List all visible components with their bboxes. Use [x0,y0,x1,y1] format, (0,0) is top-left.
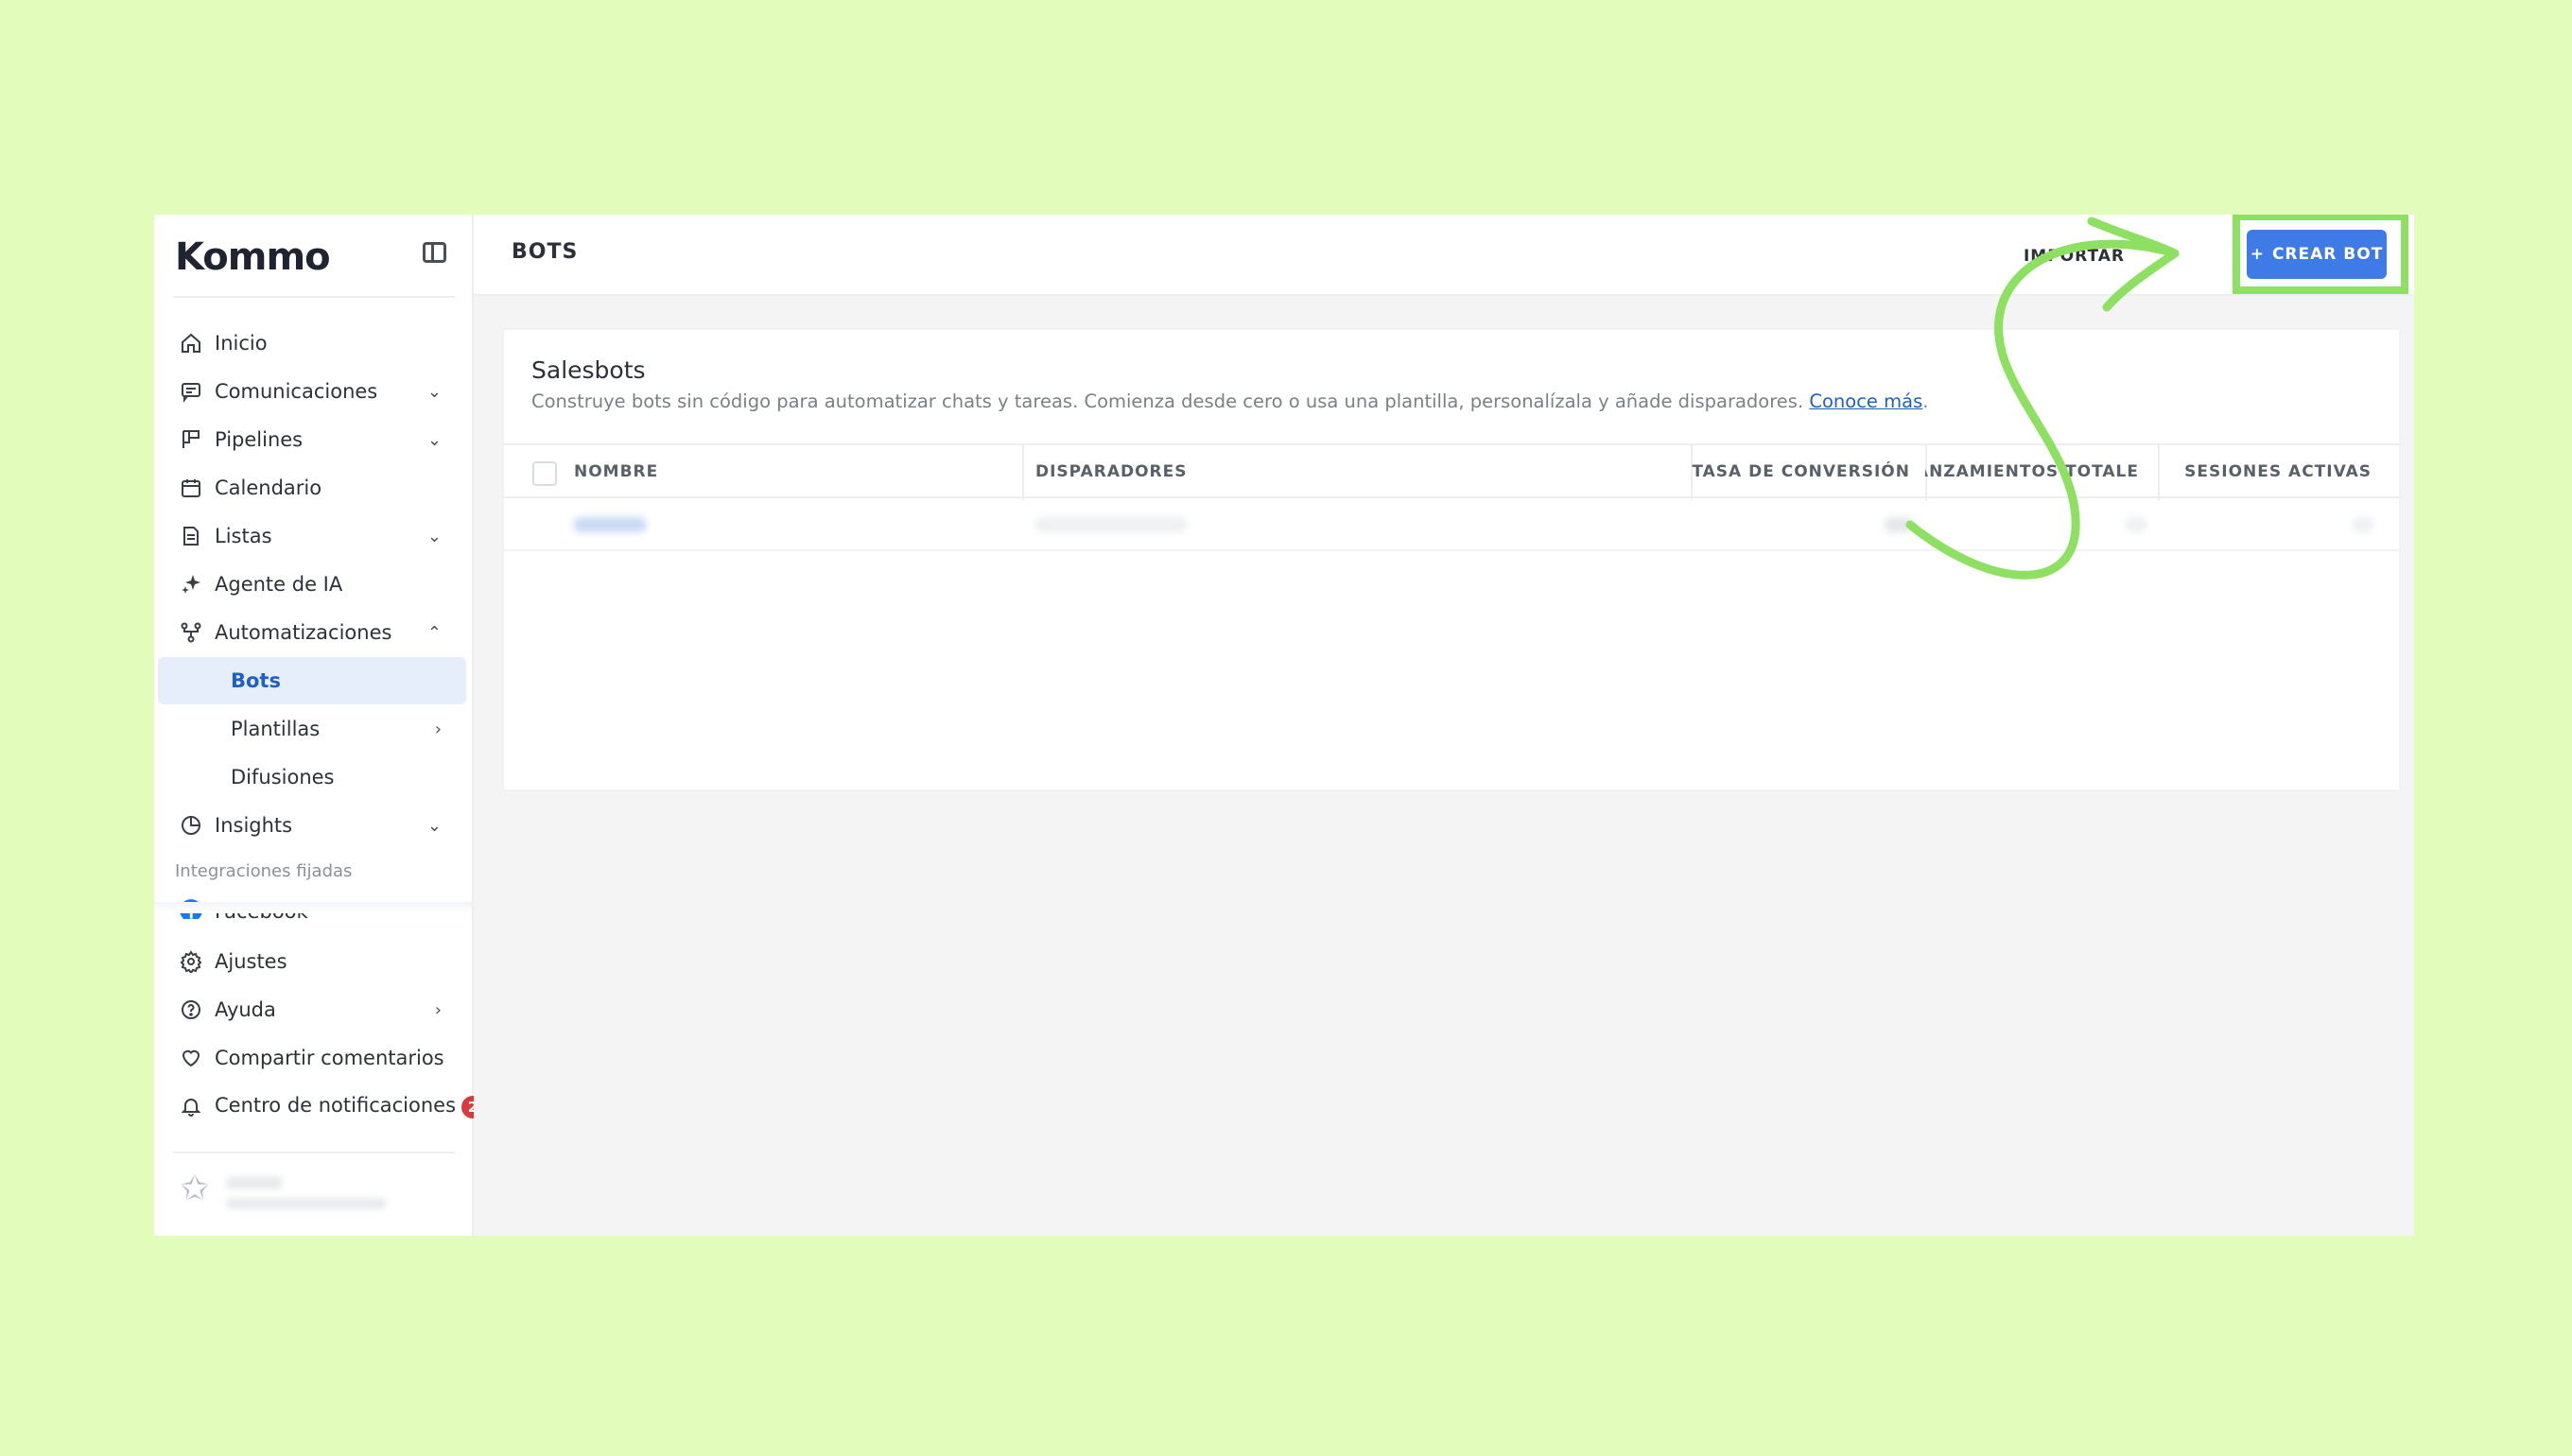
sidebar-item-label: Comunicaciones [215,380,378,403]
top-header: BOTS IMPORTAR + CREAR BOT [474,215,2414,296]
chevron-down-icon[interactable]: ⌄ [427,382,442,402]
sidebar-item-label: Bots [231,669,281,692]
pinned-integrations-label: Integraciones fijadas [175,861,353,881]
sidebar-item-notificaciones[interactable]: Centro de notificaciones2 [158,1083,485,1130]
sidebar-item-agente-ia[interactable]: Agente de IA [158,561,466,608]
sidebar-item-label: Compartir comentarios [215,1047,444,1069]
highlight-box [2233,215,2408,294]
sidebar-item-calendario[interactable]: Calendario [158,464,466,511]
chevron-right-icon[interactable]: › [435,1000,442,1020]
user-name-blurred [226,1176,283,1189]
sidebar-item-label: Pipelines [215,428,304,451]
sidebar-item-pipelines[interactable]: Pipelines ⌄ [158,416,466,463]
main-content: Salesbots Construye bots sin código para… [474,296,2414,1236]
list-icon [179,524,203,548]
sidebar-item-ajustes[interactable]: Ajustes [158,938,466,985]
column-header-disparadores[interactable]: DISPARADORES [1035,445,1508,498]
sidebar-item-inicio[interactable]: Inicio [158,320,466,367]
sidebar-item-label: Plantillas [231,718,321,740]
sidebar-item-label: Difusiones [231,766,335,789]
home-icon [179,331,203,355]
page-title: BOTS [512,240,579,264]
description-text: Construye bots sin código para automatiz… [531,390,1804,412]
avatar[interactable]: ✩ [175,1170,215,1209]
column-header-sesiones-activas[interactable]: SESIONES ACTIVAS [2158,445,2398,498]
gear-icon [179,949,203,974]
app-logo[interactable]: Kommo [175,235,331,279]
chevron-down-icon[interactable]: ⌄ [427,816,442,836]
chevron-down-icon[interactable]: ⌄ [427,430,442,450]
trigger-blurred [1035,517,1187,532]
table-header: NOMBRE DISPARADORES TASA DE CONVERSIÓN L… [504,443,2399,500]
card-description: Construye bots sin código para automatiz… [531,390,1928,412]
bot-name-blurred[interactable] [574,517,646,532]
sidebar-item-insights[interactable]: Insights ⌄ [158,802,466,849]
help-icon [179,997,203,1022]
sidebar-item-label: Inicio [215,332,268,355]
chevron-up-icon[interactable]: ⌃ [427,623,442,643]
chart-pie-icon [179,813,203,838]
sessions-blurred [2353,517,2373,532]
sidebar-toggle-icon[interactable] [423,242,446,263]
notifications-label: Centro de notificaciones [215,1094,457,1117]
conversion-blurred [1885,517,1913,532]
table-row[interactable] [504,498,2399,551]
launches-blurred [2126,517,2146,532]
sidebar-item-label: Calendario [215,477,322,499]
card-title: Salesbots [531,356,646,384]
sidebar-item-label: Listas [215,525,272,547]
sidebar-item-ayuda[interactable]: Ayuda › [158,986,466,1033]
calendar-icon [179,476,203,500]
sidebar-item-label: Insights [215,814,293,837]
link-suffix: . [1922,390,1929,412]
sidebar-item-label: Automatizaciones [215,621,392,644]
learn-more-link[interactable]: Conoce más [1809,390,1922,412]
sidebar-item-bots[interactable]: Bots [158,657,466,704]
sidebar-item-label: Agente de IA [215,573,343,596]
sidebar-divider [173,1152,455,1153]
sidebar-item-compartir-comentarios[interactable]: Compartir comentarios [158,1034,466,1082]
column-header-nombre[interactable]: NOMBRE [574,445,971,498]
bell-icon [179,1094,203,1118]
app-window: Kommo Inicio Comunicaciones ⌄ Pipelines … [154,215,2414,1236]
column-header-tasa-conversion[interactable]: TASA DE CONVERSIÓN [1691,445,1923,498]
automation-icon [179,620,203,645]
sidebar-item-plantillas[interactable]: Plantillas › [158,705,466,753]
column-header-lanzamientos[interactable]: LANZAMIENTOS TOTALE [1925,445,2152,498]
sidebar-divider [173,296,455,298]
salesbots-card: Salesbots Construye bots sin código para… [504,330,2399,789]
sidebar-item-label: Ajustes [215,950,287,973]
import-button[interactable]: IMPORTAR [1987,234,2138,279]
sidebar: Kommo Inicio Comunicaciones ⌄ Pipelines … [154,215,485,1236]
heart-icon [179,1046,203,1070]
chevron-right-icon[interactable]: › [435,719,442,739]
sidebar-item-automatizaciones[interactable]: Automatizaciones ⌃ [158,609,466,656]
sidebar-item-listas[interactable]: Listas ⌄ [158,512,466,560]
column-separator [1022,445,1024,500]
user-email-blurred [226,1198,387,1209]
chat-icon [179,379,203,404]
chevron-down-icon[interactable]: ⌄ [427,527,442,546]
sidebar-item-comunicaciones[interactable]: Comunicaciones ⌄ [158,368,466,415]
sidebar-item-label: Centro de notificaciones2 [215,1094,485,1118]
pipeline-icon [179,427,203,452]
select-all-checkbox[interactable] [532,461,557,486]
sidebar-scroll-shadow [154,902,472,913]
sparkle-icon [179,572,203,597]
sidebar-item-label: Ayuda [215,998,276,1021]
sidebar-item-difusiones[interactable]: Difusiones [158,754,466,801]
